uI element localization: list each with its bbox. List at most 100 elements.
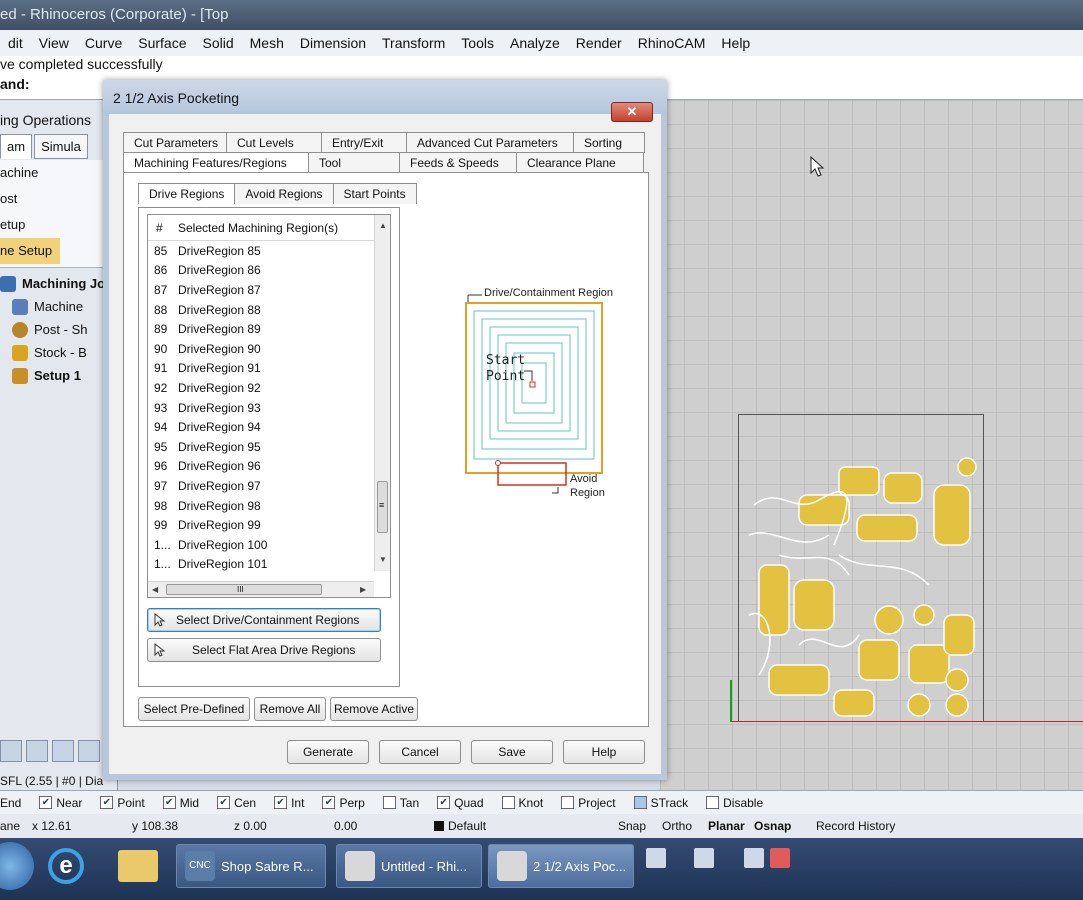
list-item[interactable]: 96 DriveRegion 96 [148,457,374,477]
menu-view[interactable]: View [31,35,77,51]
menu-mesh[interactable]: Mesh [242,35,292,51]
osnap-quad[interactable]: ✔ Quad [437,796,484,810]
osnap-mid[interactable]: ✔ Mid [162,796,199,810]
checkbox-checked-icon[interactable]: ✔ [39,796,53,809]
osnap-knot[interactable]: Knot [501,796,543,810]
list-item[interactable]: 93 DriveRegion 93 [148,398,374,418]
subtab-start-points[interactable]: Start Points [332,183,417,204]
horizontal-scroll-thumb[interactable]: III [166,584,322,595]
checkbox-empty-icon[interactable] [561,796,575,809]
vertical-scrollbar[interactable]: ▲ ≡ ▼ [374,215,390,571]
select-flat-area-button[interactable]: Select Flat Area Drive Regions [147,638,381,662]
remove-active-button[interactable]: Remove Active [330,697,418,721]
menu-tools[interactable]: Tools [453,35,502,51]
tool-icon-1[interactable] [0,740,22,762]
status-osnap[interactable]: Osnap [754,819,816,833]
osnap-strack[interactable]: STrack [633,796,688,810]
checkbox-checked-icon[interactable]: ✔ [274,796,288,809]
ribbon-post[interactable]: ost [0,186,118,212]
menu-analyze[interactable]: Analyze [502,35,568,51]
status-record-history[interactable]: Record History [816,819,895,833]
help-button[interactable]: Help [563,740,645,764]
list-item[interactable]: 91 DriveRegion 91 [148,359,374,379]
tree-item-stock[interactable]: Stock - B [0,341,118,364]
list-item[interactable]: 1... DriveRegion 101 [148,555,374,575]
scroll-up-icon[interactable]: ▲ [379,221,387,230]
menu-curve[interactable]: Curve [77,35,130,51]
tab-feeds-speeds[interactable]: Feeds & Speeds [399,152,517,173]
select-predefined-button[interactable]: Select Pre-Defined [138,697,250,721]
tab-cut-parameters[interactable]: Cut Parameters [123,132,227,153]
osnap-project[interactable]: Project [561,796,616,810]
checkbox-empty-icon[interactable] [706,796,720,809]
tab-simulate[interactable]: Simula [34,134,88,159]
remove-all-button[interactable]: Remove All [254,697,326,721]
tool-icon-3[interactable] [52,740,74,762]
tray-network-icon[interactable] [646,848,666,868]
menu-help[interactable]: Help [713,35,758,51]
tree-item-machine[interactable]: Machine [0,295,118,318]
generate-button[interactable]: Generate [287,740,369,764]
taskbar-rhino[interactable]: Untitled - Rhi... [336,844,482,888]
cancel-button[interactable]: Cancel [379,740,461,764]
subtab-avoid-regions[interactable]: Avoid Regions [234,183,334,204]
start-button[interactable] [0,842,34,890]
menu-render[interactable]: Render [568,35,630,51]
column-region-name[interactable]: Selected Machining Region(s) [178,221,390,235]
status-ortho[interactable]: Ortho [662,819,708,833]
list-item[interactable]: 88 DriveRegion 88 [148,300,374,320]
osnap-disable[interactable]: Disable [706,796,763,810]
tray-volume-icon[interactable] [694,848,714,868]
horizontal-scrollbar[interactable]: ◀ III ▶ [148,581,374,597]
tree-item-machining-job[interactable]: Machining Jol [0,272,118,295]
tab-tool[interactable]: Tool [308,152,400,173]
checkbox-checked-icon[interactable]: ✔ [217,796,231,809]
checkbox-checked-icon[interactable]: ✔ [162,796,176,809]
osnap-int[interactable]: ✔ Int [274,796,304,810]
taskbar-shopsabre[interactable]: CNC Shop Sabre R... [176,844,326,888]
checkbox-checked-icon[interactable]: ✔ [100,796,114,809]
list-item[interactable]: 94 DriveRegion 94 [148,417,374,437]
osnap-end[interactable]: End [0,796,21,810]
list-item[interactable]: 98 DriveRegion 98 [148,496,374,516]
list-item[interactable]: 95 DriveRegion 95 [148,437,374,457]
tray-action-center-icon[interactable] [744,848,764,868]
list-item[interactable]: 85 DriveRegion 85 [148,241,374,261]
tool-icon-4[interactable] [78,740,100,762]
vertical-scroll-thumb[interactable]: ≡ [377,481,388,533]
checkbox-empty-icon[interactable] [382,796,396,809]
menu-rhinocam[interactable]: RhinoCAM [630,35,714,51]
menu-surface[interactable]: Surface [130,35,194,51]
internet-explorer-icon[interactable]: e [48,848,84,884]
menu-dimension[interactable]: Dimension [292,35,374,51]
scroll-left-icon[interactable]: ◀ [152,585,158,594]
scroll-down-icon[interactable]: ▼ [379,555,387,564]
tab-program[interactable]: am [0,134,33,159]
taskbar-pocketing-dialog[interactable]: 2 1/2 Axis Poc... [488,844,634,888]
tree-item-post[interactable]: Post - Sh [0,318,118,341]
file-explorer-icon[interactable] [118,850,158,882]
list-item[interactable]: 97 DriveRegion 97 [148,476,374,496]
tab-advanced-cut-parameters[interactable]: Advanced Cut Parameters [406,132,574,153]
tab-entry-exit[interactable]: Entry/Exit [321,132,407,153]
region-list[interactable]: # Selected Machining Region(s) 85 DriveRe… [147,214,391,598]
status-snap[interactable]: Snap [618,819,662,833]
checkbox-empty-icon[interactable] [501,796,515,809]
list-item[interactable]: 90 DriveRegion 90 [148,339,374,359]
menu-transform[interactable]: Transform [374,35,453,51]
tab-sorting[interactable]: Sorting [573,132,645,153]
list-item[interactable]: 99 DriveRegion 99 [148,515,374,535]
tray-flag-icon[interactable] [770,848,790,868]
checkbox-checked-icon[interactable]: ✔ [322,796,336,809]
status-layer[interactable]: Default [448,819,618,833]
checkbox-checked-icon[interactable]: ✔ [437,796,451,809]
menu-edit[interactable]: dit [0,35,31,51]
tab-clearance-plane[interactable]: Clearance Plane [516,152,644,173]
osnap-near[interactable]: ✔ Near [39,796,82,810]
subtab-drive-regions[interactable]: Drive Regions [138,183,236,204]
list-item[interactable]: 86 DriveRegion 86 [148,261,374,281]
list-item[interactable]: 87 DriveRegion 87 [148,280,374,300]
tab-machining-features-regions[interactable]: Machining Features/Regions [123,152,309,173]
menu-solid[interactable]: Solid [195,35,242,51]
tab-cut-levels[interactable]: Cut Levels [226,132,322,153]
